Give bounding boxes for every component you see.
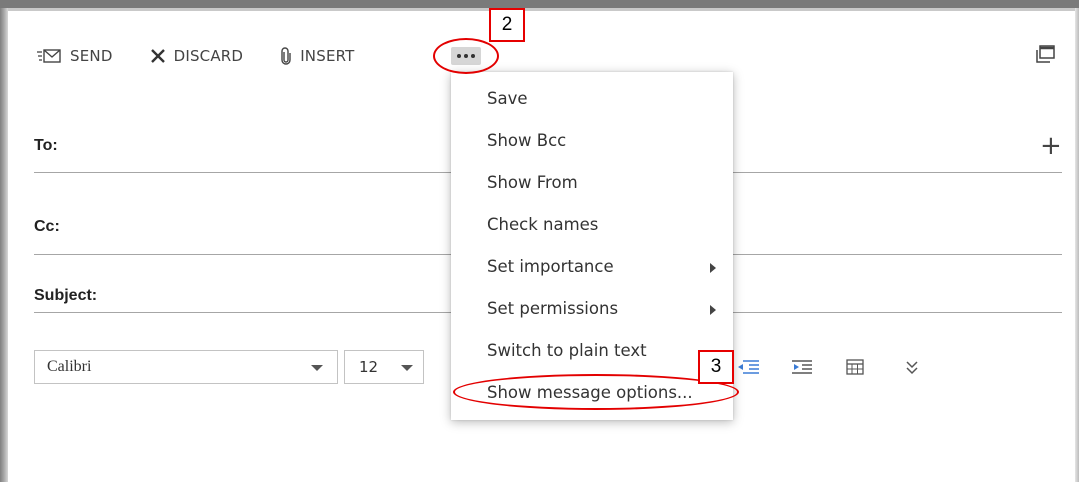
menu-item-switch-to-plain-text[interactable]: Switch to plain text bbox=[487, 341, 647, 360]
window-frame-right bbox=[1075, 8, 1079, 482]
send-label: SEND bbox=[70, 47, 113, 65]
chevron-down-icon bbox=[311, 365, 323, 371]
discard-button[interactable]: DISCARD bbox=[150, 47, 244, 65]
menu-item-show-bcc[interactable]: Show Bcc bbox=[487, 131, 566, 150]
cc-label: Cc: bbox=[34, 218, 60, 235]
close-icon bbox=[150, 48, 166, 64]
paperclip-icon bbox=[280, 47, 292, 65]
menu-item-set-permissions[interactable]: Set permissions bbox=[487, 299, 618, 318]
decrease-indent-icon[interactable] bbox=[737, 359, 761, 379]
chevron-down-icon bbox=[401, 365, 413, 371]
highlight-ellipse-more-button bbox=[433, 38, 499, 74]
menu-item-show-from[interactable]: Show From bbox=[487, 173, 578, 192]
compose-toolbar: SEND DISCARD INSERT bbox=[36, 42, 392, 70]
font-family-select[interactable]: Calibri bbox=[34, 350, 338, 384]
plus-icon[interactable]: + bbox=[1040, 133, 1062, 159]
font-size-select[interactable]: 12 bbox=[344, 350, 424, 384]
step-3-badge: 3 bbox=[698, 350, 734, 384]
font-family-value: Calibri bbox=[47, 358, 92, 375]
chevron-right-icon bbox=[710, 305, 716, 315]
menu-item-set-importance[interactable]: Set importance bbox=[487, 257, 614, 276]
insert-button[interactable]: INSERT bbox=[280, 47, 354, 65]
increase-indent-icon[interactable] bbox=[790, 359, 814, 379]
insert-label: INSERT bbox=[300, 47, 355, 65]
send-icon bbox=[36, 48, 62, 64]
more-options-menu: Save Show Bcc Show From Check names Set … bbox=[451, 72, 733, 420]
window-frame-left bbox=[0, 8, 8, 482]
insert-table-icon[interactable] bbox=[846, 359, 864, 379]
to-label: To: bbox=[34, 137, 58, 154]
send-button[interactable]: SEND bbox=[36, 47, 113, 65]
more-formatting-icon[interactable] bbox=[905, 359, 919, 379]
window-frame-top bbox=[0, 0, 1079, 11]
highlight-ellipse-message-options bbox=[453, 374, 739, 410]
popout-window-icon[interactable] bbox=[1034, 44, 1056, 64]
subject-label: Subject: bbox=[34, 287, 98, 304]
discard-label: DISCARD bbox=[173, 47, 244, 65]
chevron-right-icon bbox=[710, 263, 716, 273]
font-size-value: 12 bbox=[359, 358, 379, 376]
menu-item-save[interactable]: Save bbox=[487, 89, 528, 108]
menu-item-check-names[interactable]: Check names bbox=[487, 215, 598, 234]
step-2-badge: 2 bbox=[489, 8, 525, 42]
